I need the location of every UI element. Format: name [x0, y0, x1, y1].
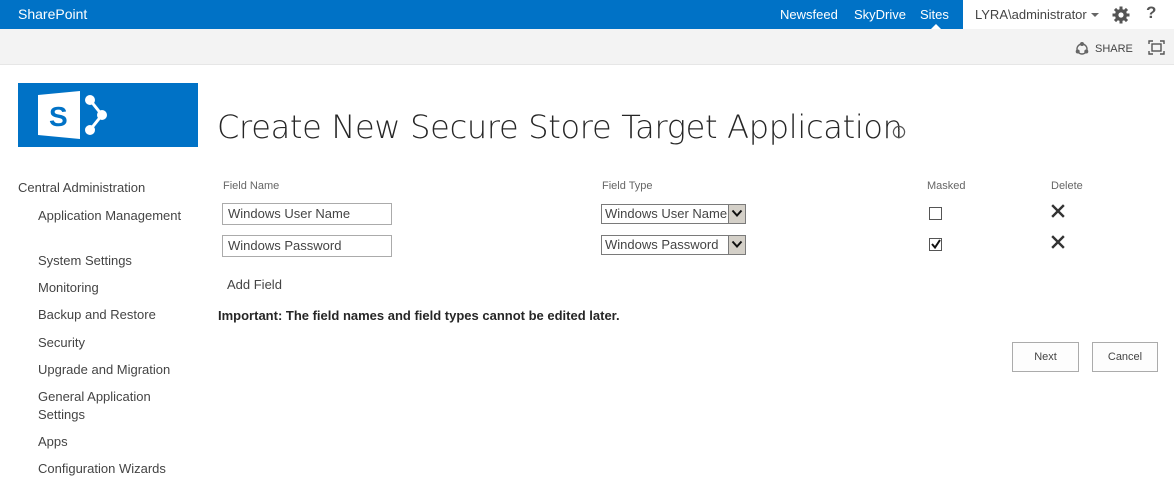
brand-link[interactable]: SharePoint — [18, 6, 87, 22]
share-label: SHARE — [1095, 43, 1133, 55]
delete-icon[interactable] — [1051, 204, 1065, 218]
share-button[interactable]: SHARE — [1075, 42, 1133, 56]
field-type-select[interactable]: Windows User Name — [601, 204, 746, 224]
svg-text:S: S — [49, 101, 68, 132]
cancel-button[interactable]: Cancel — [1092, 342, 1158, 372]
user-menu[interactable]: LYRA\administrator — [975, 7, 1099, 22]
field-type-value: Windows User Name — [605, 206, 728, 221]
header-field-name: Field Name — [223, 180, 280, 192]
add-field-link[interactable]: Add Field — [227, 277, 282, 292]
next-button[interactable]: Next — [1012, 342, 1079, 372]
nav-security[interactable]: Security — [38, 334, 198, 352]
dropdown-arrow[interactable] — [728, 236, 745, 254]
page-title: Create New Secure Store Target Applicati… — [217, 108, 903, 146]
user-name: LYRA\administrator — [975, 7, 1087, 22]
nav-backup-and-restore[interactable]: Backup and Restore — [38, 306, 198, 324]
nav-configuration-wizards[interactable]: Configuration Wizards — [38, 460, 198, 478]
info-icon[interactable] — [892, 125, 906, 139]
chevron-down-icon — [731, 240, 743, 248]
suite-bar: SharePoint Newsfeed SkyDrive Sites LYRA\… — [0, 0, 1174, 29]
nav-application-management[interactable]: Application Management — [38, 207, 198, 225]
chevron-down-icon — [1090, 13, 1099, 17]
field-name-input[interactable]: Windows User Name — [222, 203, 392, 225]
masked-checkbox[interactable] — [929, 238, 942, 251]
nav-general-application-settings[interactable]: General Application Settings — [38, 388, 198, 424]
masked-checkbox[interactable] — [929, 207, 942, 220]
focus-icon[interactable] — [1148, 40, 1165, 55]
gear-icon[interactable] — [1111, 5, 1131, 25]
nav-sites[interactable]: Sites — [920, 7, 949, 22]
nav-newsfeed[interactable]: Newsfeed — [780, 7, 838, 22]
header-masked: Masked — [927, 180, 966, 192]
site-logo[interactable]: S — [18, 83, 198, 147]
nav-upgrade-and-migration[interactable]: Upgrade and Migration — [38, 361, 198, 379]
share-icon — [1075, 42, 1089, 55]
delete-icon[interactable] — [1051, 235, 1065, 249]
field-name-input[interactable]: Windows Password — [222, 235, 392, 257]
dropdown-arrow[interactable] — [728, 205, 745, 223]
field-type-select[interactable]: Windows Password — [601, 235, 746, 255]
nav-apps[interactable]: Apps — [38, 433, 198, 451]
important-note: Important: The field names and field typ… — [218, 308, 620, 323]
ribbon-bar: SHARE — [0, 29, 1174, 65]
nav-system-settings[interactable]: System Settings — [38, 252, 198, 270]
sharepoint-logo-icon: S — [38, 91, 107, 139]
header-delete: Delete — [1051, 180, 1083, 192]
help-icon[interactable]: ? — [1146, 3, 1156, 23]
header-field-type: Field Type — [602, 180, 653, 192]
checkmark-icon — [931, 239, 941, 249]
nav-monitoring[interactable]: Monitoring — [38, 279, 198, 297]
user-area: LYRA\administrator ? — [963, 0, 1174, 29]
nav-central-administration[interactable]: Central Administration — [18, 180, 145, 195]
chevron-down-icon — [731, 209, 743, 217]
field-type-value: Windows Password — [605, 237, 719, 252]
nav-skydrive[interactable]: SkyDrive — [854, 7, 906, 22]
